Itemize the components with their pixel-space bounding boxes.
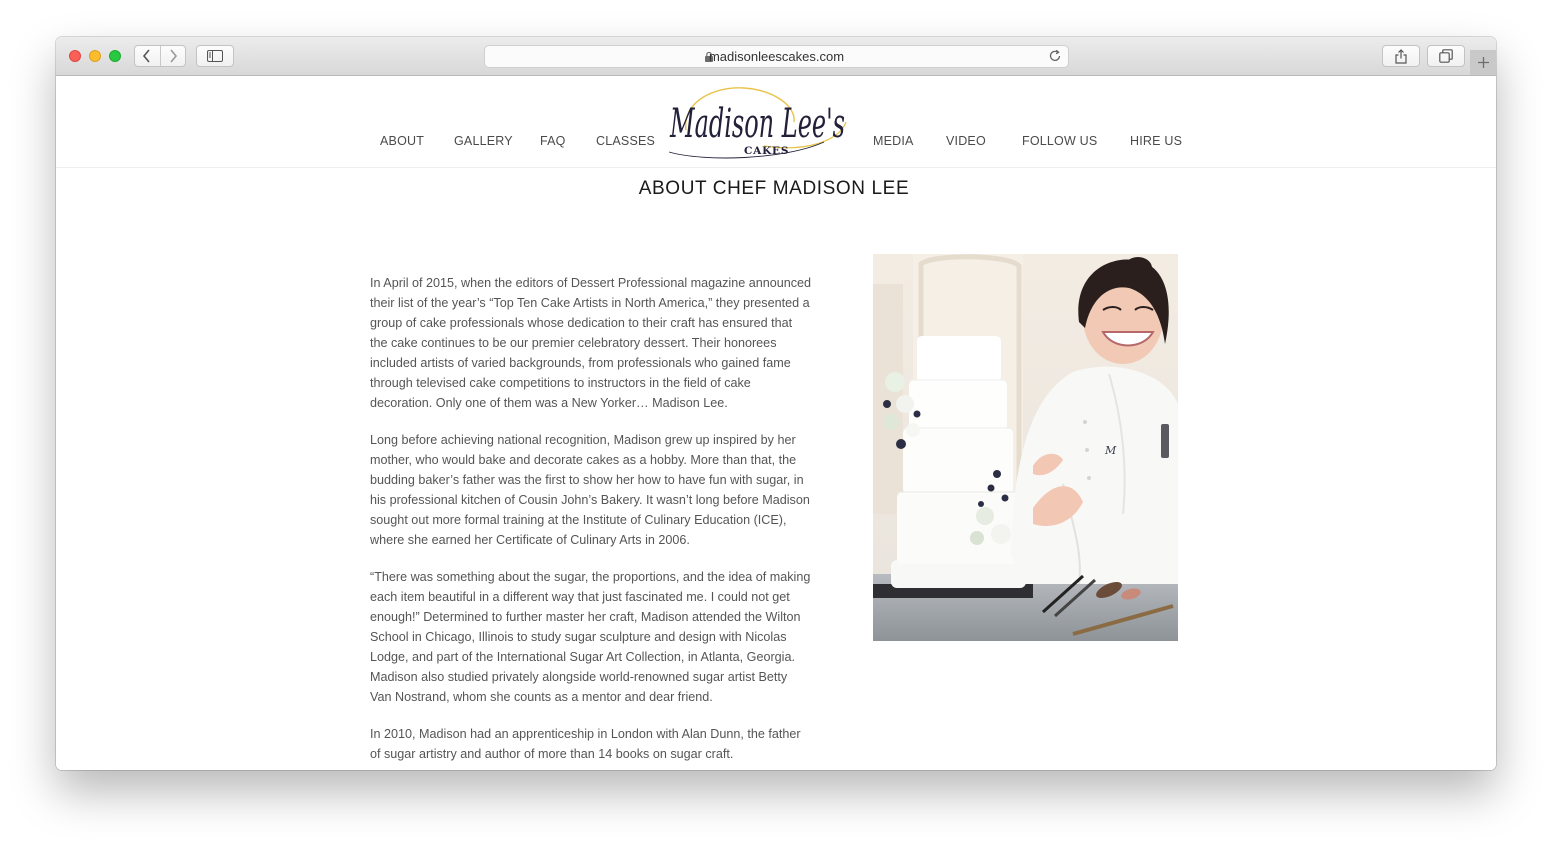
- history-navigation: [134, 45, 186, 67]
- bio-paragraph: In April of 2015, when the editors of De…: [370, 276, 812, 410]
- browser-window: madisonleescakes.com ABOUT GALLERY FAQ C…: [56, 37, 1496, 770]
- chef-madison-photo: M: [873, 254, 1178, 641]
- share-icon: [1395, 48, 1407, 64]
- back-button[interactable]: [135, 46, 161, 66]
- new-tab-button[interactable]: [1470, 50, 1496, 75]
- nav-about-link[interactable]: ABOUT: [380, 134, 424, 148]
- bio-text: In April of 2015, when the editors of De…: [370, 273, 812, 770]
- tabs-overview-icon: [1439, 49, 1453, 63]
- site-header: ABOUT GALLERY FAQ CLASSES Madison Lee's …: [56, 76, 1496, 168]
- svg-text:M: M: [1104, 444, 1117, 457]
- forward-button[interactable]: [161, 46, 186, 66]
- reload-icon[interactable]: [1048, 49, 1062, 63]
- nav-gallery-link[interactable]: GALLERY: [454, 134, 513, 148]
- minimize-window-button[interactable]: [89, 50, 101, 62]
- logo-cakes-text: CAKES: [744, 145, 789, 157]
- sidebar-icon: [207, 50, 223, 62]
- address-bar[interactable]: madisonleescakes.com: [484, 45, 1069, 68]
- page-title: ABOUT CHEF MADISON LEE: [638, 178, 910, 199]
- nav-follow-us-link[interactable]: FOLLOW US: [1022, 134, 1097, 148]
- nav-media-link[interactable]: MEDIA: [873, 134, 914, 148]
- show-tabs-button[interactable]: [1427, 45, 1465, 67]
- browser-toolbar: madisonleescakes.com: [56, 37, 1496, 76]
- bio-paragraph: In 2010, Madison had an apprenticeship i…: [370, 727, 801, 761]
- chevron-right-icon: [170, 49, 177, 63]
- plus-icon: [1477, 57, 1489, 68]
- nav-hire-us-link[interactable]: HIRE US: [1130, 134, 1182, 148]
- chevron-left-icon: [143, 49, 150, 63]
- zoom-window-button[interactable]: [109, 50, 121, 62]
- madison-lees-cakes-logo[interactable]: Madison Lee's CAKES: [664, 82, 854, 164]
- sidebar-button[interactable]: [196, 45, 234, 67]
- nav-faq-link[interactable]: FAQ: [540, 134, 566, 148]
- nav-classes-link[interactable]: CLASSES: [596, 134, 655, 148]
- share-button[interactable]: [1382, 45, 1420, 67]
- nav-video-link[interactable]: VIDEO: [946, 134, 986, 148]
- bio-paragraph: “There was something about the sugar, th…: [370, 570, 811, 704]
- close-window-button[interactable]: [69, 50, 81, 62]
- logo-script-text: Madison Lee's: [669, 101, 845, 147]
- bio-paragraph: Long before achieving national recogniti…: [370, 433, 810, 547]
- url-text: madisonleescakes.com: [708, 49, 845, 64]
- web-page: ABOUT GALLERY FAQ CLASSES Madison Lee's …: [56, 76, 1496, 770]
